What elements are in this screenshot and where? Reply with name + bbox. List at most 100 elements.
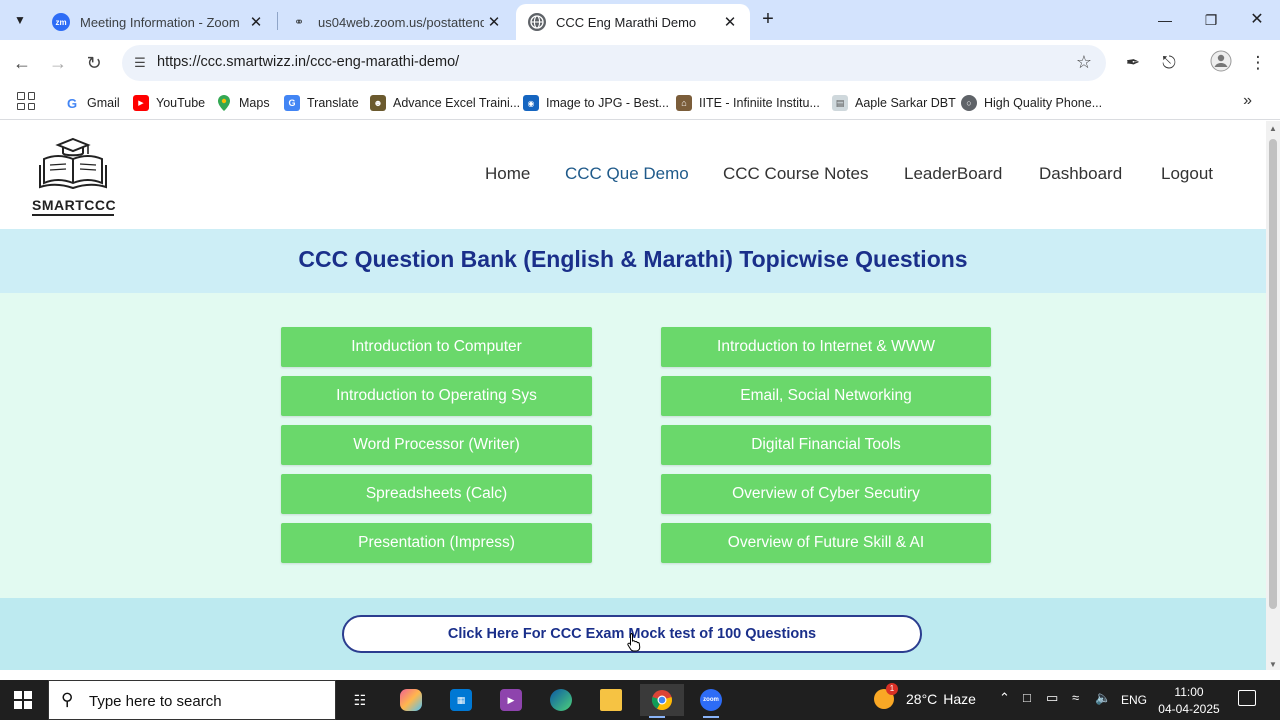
topic-button-introduction-to-operating-sys[interactable]: Introduction to Operating Sys [281, 376, 592, 416]
extensions-puzzle-icon[interactable]: ⎋ [1156, 50, 1182, 76]
apps-grid-icon[interactable] [17, 92, 35, 110]
wifi-icon[interactable]: ≈ [1072, 690, 1079, 705]
topic-button-spreadsheets[interactable]: Spreadsheets (Calc) [281, 474, 592, 514]
new-tab-plus-icon[interactable]: + [756, 8, 780, 32]
maps-icon [216, 95, 232, 111]
nav-ccc-course-notes[interactable]: CCC Course Notes [723, 164, 869, 184]
weather-temperature: 28°C [906, 691, 938, 707]
topic-button-digital-financial-tools[interactable]: Digital Financial Tools [661, 425, 991, 465]
globe-icon: ○ [961, 95, 977, 111]
taskbar-search-box[interactable]: ⚲ Type here to search [48, 680, 336, 720]
back-arrow-icon[interactable]: ← [9, 50, 35, 76]
bookmark-maps[interactable]: Maps [216, 92, 270, 114]
browser-toolbar: ← → ↻ ☰ https://ccc.smartwizz.in/ccc-eng… [0, 40, 1280, 86]
site-header: SMARTCCC Home CCC Que Demo CCC Course No… [0, 121, 1266, 229]
tab-zoom-postattendee[interactable]: ⚭ us04web.zoom.us/postattendee ✕ [278, 4, 514, 40]
bookmark-high-quality-phone[interactable]: ○ High Quality Phone... [961, 92, 1102, 114]
scroll-down-arrow-icon[interactable]: ▼ [1269, 660, 1277, 669]
windows-start-icon[interactable] [14, 691, 32, 709]
topic-button-email-social-networking[interactable]: Email, Social Networking [661, 376, 991, 416]
notification-center-icon[interactable] [1238, 690, 1256, 706]
tab-ccc-eng-marathi-demo[interactable]: CCC Eng Marathi Demo ✕ [516, 4, 750, 40]
bookmark-label: Advance Excel Traini... [393, 96, 521, 110]
close-window-icon[interactable]: ✕ [1234, 4, 1280, 36]
meet-now-icon[interactable]: □ [1023, 690, 1031, 705]
topics-section: Introduction to Computer Introduction to… [0, 293, 1266, 598]
document-icon: ▤ [832, 95, 848, 111]
pen-extension-icon[interactable]: ✒ [1120, 50, 1146, 76]
show-hidden-icons-chevron-icon[interactable]: ⌃ [999, 690, 1010, 706]
topic-button-overview-of-future-skill[interactable]: Overview of Future Skill & AI [661, 523, 991, 563]
weather-widget[interactable]: 1 28°C Haze [874, 683, 976, 709]
reload-icon[interactable]: ↻ [81, 50, 107, 76]
translate-icon: G [284, 95, 300, 111]
image-icon: ◉ [523, 95, 539, 111]
nav-leaderboard[interactable]: LeaderBoard [904, 164, 1002, 184]
copilot-icon[interactable] [394, 684, 428, 716]
file-explorer-icon[interactable] [594, 684, 628, 716]
search-placeholder: Type here to search [89, 693, 222, 710]
bookmarks-bar: G Gmail ▶ YouTube Maps G Translate ☻ Adv… [0, 86, 1280, 120]
clock-date: 04-04-2025 [1158, 702, 1220, 716]
scroll-up-arrow-icon[interactable]: ▲ [1269, 124, 1277, 133]
site-logo[interactable]: SMARTCCC [32, 135, 116, 216]
microsoft-store-icon[interactable]: ▦ [444, 684, 478, 716]
url-text[interactable]: https://ccc.smartwizz.in/ccc-eng-marathi… [157, 54, 459, 70]
minimize-window-icon[interactable]: — [1142, 4, 1188, 36]
restore-window-icon[interactable]: ❐ [1188, 4, 1234, 36]
nav-ccc-que-demo[interactable]: CCC Que Demo [565, 164, 689, 184]
site-settings-icon[interactable]: ☰ [130, 53, 150, 73]
google-icon: G [64, 95, 80, 111]
tab-strip: ▼ zm Meeting Information - Zoom ✕ ⚭ us04… [0, 0, 1280, 40]
chrome-browser-icon[interactable] [640, 684, 684, 718]
topic-button-introduction-to-internet[interactable]: Introduction to Internet & WWW [661, 327, 991, 367]
clipchamp-icon[interactable]: ▶ [494, 684, 528, 716]
clock-time: 11:00 [1174, 685, 1204, 699]
tab-search-chevron-icon[interactable]: ▼ [8, 6, 32, 34]
close-tab-icon[interactable]: ✕ [246, 13, 266, 31]
bookmark-label: High Quality Phone... [984, 96, 1103, 110]
nav-logout[interactable]: Logout [1161, 164, 1213, 184]
tab-title: Meeting Information - Zoom [80, 14, 240, 30]
close-tab-icon[interactable]: ✕ [484, 13, 504, 31]
topic-button-word-processor[interactable]: Word Processor (Writer) [281, 425, 592, 465]
more-bookmarks-chevron-icon[interactable]: » [1243, 92, 1252, 110]
hand-pointer-cursor-icon [627, 633, 641, 652]
system-clock[interactable]: 11:00 04-04-2025 [1150, 684, 1228, 718]
topic-button-presentation[interactable]: Presentation (Impress) [281, 523, 592, 563]
topic-button-introduction-to-computer[interactable]: Introduction to Computer [281, 327, 592, 367]
bookmark-label: Maps [239, 96, 270, 110]
profile-avatar[interactable] [1208, 50, 1234, 76]
bookmark-label: Translate [307, 96, 359, 110]
bookmark-image-to-jpg[interactable]: ◉ Image to JPG - Best... [523, 92, 669, 114]
bookmark-gmail[interactable]: G Gmail [64, 92, 120, 114]
youtube-icon: ▶ [133, 95, 149, 111]
institute-icon: ⌂ [676, 95, 692, 111]
zoom-app-icon[interactable]: zoom [694, 684, 728, 718]
page-scrollbar[interactable]: ▲ ▼ [1266, 121, 1280, 670]
scrollbar-thumb[interactable] [1269, 139, 1277, 609]
tab-title: us04web.zoom.us/postattendee [318, 14, 484, 30]
page-title: CCC Question Bank (English & Marathi) To… [298, 246, 968, 272]
address-bar[interactable]: ☰ https://ccc.smartwizz.in/ccc-eng-marat… [122, 45, 1106, 81]
volume-icon[interactable]: 🔈 [1095, 690, 1111, 706]
weather-badge: 1 [886, 683, 898, 695]
nav-dashboard[interactable]: Dashboard [1039, 164, 1122, 184]
bookmark-star-icon[interactable]: ☆ [1076, 52, 1092, 73]
bookmark-translate[interactable]: G Translate [284, 92, 359, 114]
edge-browser-icon[interactable] [544, 684, 578, 716]
bookmark-advance-excel[interactable]: ☻ Advance Excel Traini... [370, 92, 520, 114]
tab-meeting-information-zoom[interactable]: zm Meeting Information - Zoom ✕ [40, 4, 276, 40]
close-tab-icon[interactable]: ✕ [720, 13, 740, 31]
topic-button-overview-of-cyber-security[interactable]: Overview of Cyber Secutiry [661, 474, 991, 514]
menu-kebab-icon[interactable]: ⋮ [1245, 50, 1271, 76]
nav-home[interactable]: Home [485, 164, 530, 184]
language-indicator[interactable]: ENG [1121, 693, 1147, 707]
bookmark-aaple-sarkar-dbt[interactable]: ▤ Aaple Sarkar DBT [832, 92, 956, 114]
bookmark-iite[interactable]: ⌂ IITE - Infiniite Institu... [676, 92, 820, 114]
search-icon: ⚲ [61, 690, 74, 709]
forward-arrow-icon[interactable]: → [45, 50, 71, 76]
task-view-icon[interactable]: ☷ [343, 684, 377, 716]
battery-icon[interactable]: ▭ [1046, 690, 1058, 706]
bookmark-youtube[interactable]: ▶ YouTube [133, 92, 205, 114]
